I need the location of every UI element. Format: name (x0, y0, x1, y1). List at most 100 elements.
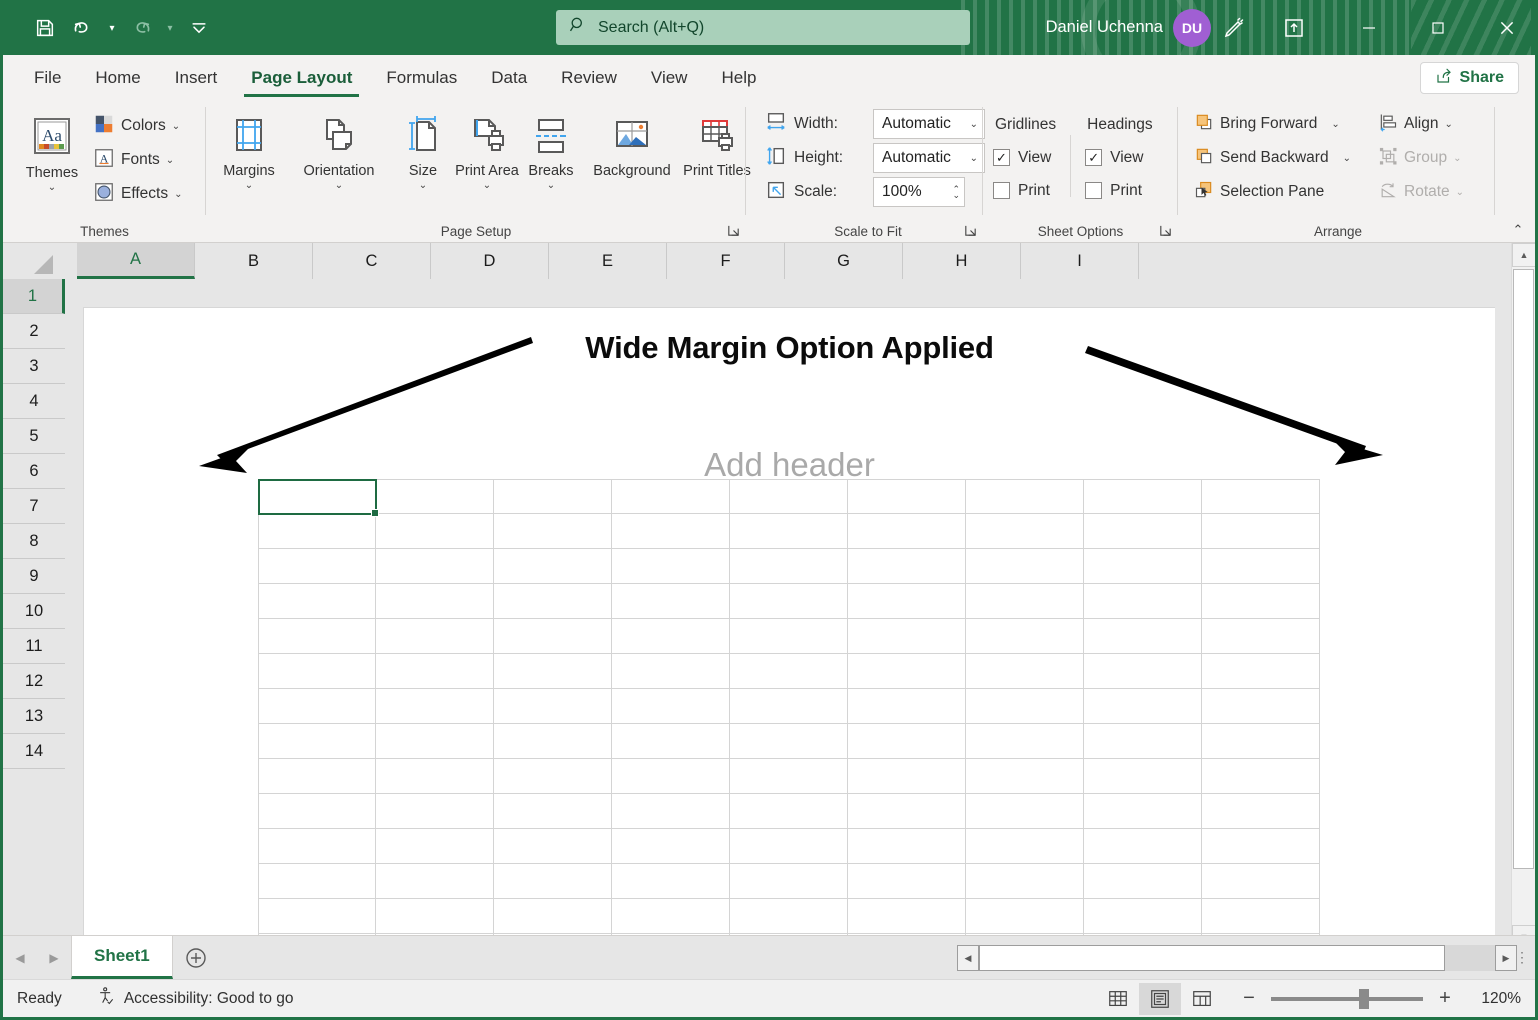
cell[interactable] (1202, 794, 1320, 829)
zoom-control[interactable]: − + (1241, 987, 1453, 1010)
cell[interactable] (258, 619, 376, 654)
column-header-i[interactable]: I (1021, 243, 1139, 279)
cell[interactable] (848, 689, 966, 724)
cell[interactable] (848, 654, 966, 689)
spinner-arrows[interactable]: ⌃ ⌄ (952, 186, 960, 199)
previous-sheet-button[interactable]: ◀ (3, 938, 37, 978)
chevron-down-icon[interactable]: ⌄ (483, 180, 491, 192)
column-header-a[interactable]: A (77, 243, 195, 279)
cell[interactable] (848, 794, 966, 829)
avatar[interactable]: DU (1173, 9, 1211, 47)
row-header-10[interactable]: 10 (3, 594, 65, 629)
cell[interactable] (376, 724, 494, 759)
undo-dropdown-icon[interactable]: ▾ (103, 10, 121, 46)
cell[interactable] (258, 829, 376, 864)
cell[interactable] (494, 689, 612, 724)
cell[interactable] (966, 829, 1084, 864)
undo-icon[interactable] (65, 10, 101, 46)
cell[interactable] (966, 899, 1084, 934)
cell[interactable] (494, 654, 612, 689)
cell[interactable] (730, 899, 848, 934)
tab-home[interactable]: Home (78, 57, 157, 99)
cell[interactable] (612, 549, 730, 584)
tab-view[interactable]: View (634, 57, 705, 99)
scroll-right-button[interactable]: ▶ (1495, 945, 1517, 971)
accessibility-status[interactable]: Accessibility: Good to go (96, 986, 294, 1011)
tab-page-layout[interactable]: Page Layout (234, 57, 369, 99)
cell[interactable] (966, 724, 1084, 759)
scale-to-fit-dialog-launcher[interactable] (963, 223, 979, 239)
cell[interactable] (730, 829, 848, 864)
cell[interactable] (612, 759, 730, 794)
page-layout-view-icon[interactable] (1139, 983, 1181, 1015)
cell[interactable] (730, 549, 848, 584)
cell[interactable] (376, 899, 494, 934)
column-header-h[interactable]: H (903, 243, 1021, 279)
cell[interactable] (1202, 724, 1320, 759)
column-header-b[interactable]: B (195, 243, 313, 279)
rotate-button[interactable]: Rotate ⌄ (1374, 175, 1468, 209)
cell[interactable] (1084, 724, 1202, 759)
zoom-slider-thumb[interactable] (1359, 989, 1369, 1009)
chevron-down-icon[interactable]: ⌄ (419, 180, 427, 192)
collapse-ribbon-button[interactable]: ⌃ (1507, 219, 1529, 241)
cell[interactable] (612, 724, 730, 759)
cell[interactable] (1202, 654, 1320, 689)
fill-handle[interactable] (371, 509, 379, 517)
cell[interactable] (966, 479, 1084, 514)
cell[interactable] (730, 654, 848, 689)
headings-view-row[interactable]: ✓ View (1085, 141, 1143, 174)
cell[interactable] (494, 794, 612, 829)
cell[interactable] (966, 584, 1084, 619)
cell[interactable] (612, 514, 730, 549)
cell[interactable] (612, 654, 730, 689)
minimize-button[interactable] (1334, 0, 1403, 55)
cell[interactable] (1202, 899, 1320, 934)
headings-view-checkbox[interactable]: ✓ (1085, 149, 1102, 166)
send-backward-button[interactable]: Send Backward ⌄ (1190, 141, 1355, 175)
cell[interactable] (730, 794, 848, 829)
cell[interactable] (848, 759, 966, 794)
cell[interactable] (494, 514, 612, 549)
cell[interactable] (258, 689, 376, 724)
account-area[interactable]: Daniel Uchenna DU (1046, 0, 1211, 55)
cell[interactable] (258, 864, 376, 899)
cell[interactable] (966, 794, 1084, 829)
cell[interactable] (612, 619, 730, 654)
cell[interactable] (494, 479, 612, 514)
chevron-down-icon[interactable]: ⌄ (172, 121, 180, 132)
row-header-4[interactable]: 4 (3, 384, 65, 419)
cell[interactable] (1084, 584, 1202, 619)
ribbon-options-icon[interactable] (1279, 13, 1309, 43)
cell[interactable] (376, 689, 494, 724)
cell[interactable] (848, 514, 966, 549)
headings-print-row[interactable]: Print (1085, 174, 1142, 207)
horizontal-scroll-track[interactable] (979, 945, 1495, 971)
horizontal-scrollbar[interactable]: ◀ ▶ (957, 943, 1517, 973)
scale-spinner[interactable]: 100% ⌃ ⌄ (873, 177, 965, 207)
cell[interactable] (1084, 759, 1202, 794)
cell[interactable] (258, 794, 376, 829)
select-all-button[interactable] (3, 243, 77, 279)
margins-button[interactable]: Margins ⌄ (212, 103, 286, 191)
share-button[interactable]: Share (1420, 62, 1519, 94)
cell[interactable] (848, 584, 966, 619)
cell[interactable] (1202, 864, 1320, 899)
cell[interactable] (612, 829, 730, 864)
cell[interactable] (1202, 619, 1320, 654)
cell[interactable] (376, 584, 494, 619)
tab-insert[interactable]: Insert (158, 57, 235, 99)
cell[interactable] (612, 864, 730, 899)
cell[interactable] (258, 654, 376, 689)
row-header-2[interactable]: 2 (3, 314, 65, 349)
zoom-level[interactable]: 120% (1469, 990, 1521, 1008)
cell[interactable] (494, 864, 612, 899)
gridlines-view-checkbox[interactable]: ✓ (993, 149, 1010, 166)
vertical-scroll-thumb[interactable] (1513, 269, 1534, 869)
cell[interactable] (848, 549, 966, 584)
row-header-12[interactable]: 12 (3, 664, 65, 699)
spinner-down-icon[interactable]: ⌄ (952, 192, 960, 198)
selected-cell[interactable] (258, 479, 377, 515)
vertical-scrollbar[interactable]: ▲ ▼ (1511, 243, 1535, 949)
row-header-5[interactable]: 5 (3, 419, 65, 454)
